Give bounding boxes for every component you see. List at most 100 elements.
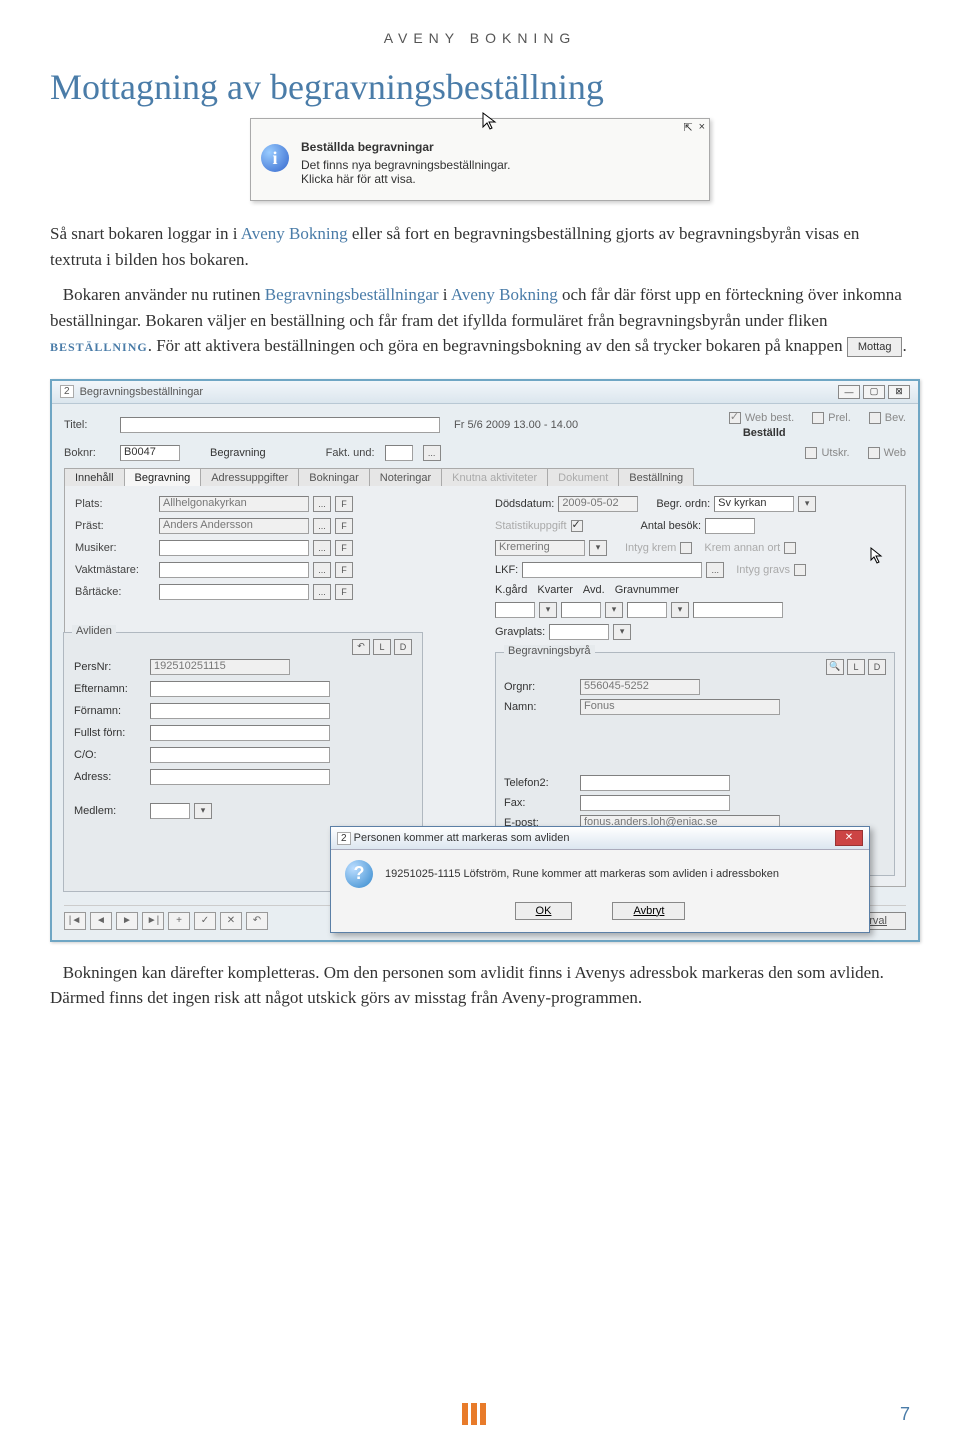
begravning-label: Begravning: [210, 447, 266, 459]
fax-field[interactable]: [580, 795, 730, 811]
faktund-lookup-button[interactable]: ...: [423, 445, 441, 461]
bartacke-f[interactable]: F: [335, 584, 353, 600]
bartacke-lookup[interactable]: ...: [313, 584, 331, 600]
boknr-label: Boknr:: [64, 447, 110, 459]
tab-strip: Innehåll Begravning Adressuppgifter Bokn…: [64, 467, 906, 486]
tab-bestallning[interactable]: Beställning: [618, 468, 694, 486]
gravnr-field[interactable]: [693, 602, 783, 618]
gravplats-dd[interactable]: ▾: [613, 624, 631, 640]
avd-dd[interactable]: ▾: [671, 602, 689, 618]
faktund-field[interactable]: [385, 445, 413, 461]
boknr-field[interactable]: B0047: [120, 445, 180, 461]
notification-popup[interactable]: ⇱ × i Beställda begravningar Det finns n…: [250, 118, 710, 201]
telefon2-label: Telefon2:: [504, 777, 576, 789]
modal-ok-button[interactable]: OK: [515, 902, 573, 920]
begrordn-field[interactable]: Sv kyrkan: [714, 496, 794, 512]
avliden-l-button[interactable]: L: [373, 639, 391, 655]
intygkrem-label: Intyg krem: [625, 542, 676, 554]
bartacke-field[interactable]: [159, 584, 309, 600]
maximize-button[interactable]: ▢: [863, 385, 885, 399]
kvarter-dd[interactable]: ▾: [605, 602, 623, 618]
page-number: 7: [900, 1404, 910, 1425]
byra-l-button[interactable]: L: [847, 659, 865, 675]
avd-field[interactable]: [627, 602, 667, 618]
lkf-field[interactable]: [522, 562, 702, 578]
titel-field[interactable]: [120, 417, 440, 433]
nav-first[interactable]: |◄: [64, 912, 86, 930]
plats-f[interactable]: F: [335, 496, 353, 512]
lkf-label: LKF:: [495, 564, 518, 576]
nav-next[interactable]: ►: [116, 912, 138, 930]
prast-lookup[interactable]: ...: [313, 518, 331, 534]
avliden-d-button[interactable]: D: [394, 639, 412, 655]
kvarter-field[interactable]: [561, 602, 601, 618]
modal-close-button[interactable]: ✕: [835, 830, 863, 846]
byra-zoom-icon[interactable]: 🔍: [826, 659, 844, 675]
begrordn-dd[interactable]: ▾: [798, 496, 816, 512]
nav-add[interactable]: +: [168, 912, 190, 930]
tab-noteringar[interactable]: Noteringar: [369, 468, 442, 486]
dodsdatum-field[interactable]: 2009-05-02: [558, 496, 638, 512]
kremering-field[interactable]: Kremering: [495, 540, 585, 556]
tab-bokningar[interactable]: Bokningar: [298, 468, 370, 486]
modal-badge: 2: [337, 832, 351, 845]
cursor-icon: [481, 111, 499, 136]
kgard-field[interactable]: [495, 602, 535, 618]
minimize-button[interactable]: —: [838, 385, 860, 399]
utskr-check: [805, 447, 817, 459]
vaktm-lookup[interactable]: ...: [313, 562, 331, 578]
tab-knutna[interactable]: Knutna aktiviteter: [441, 468, 548, 486]
antalbesok-field[interactable]: [705, 518, 755, 534]
nav-ok[interactable]: ✓: [194, 912, 216, 930]
tab-dokument[interactable]: Dokument: [547, 468, 619, 486]
persnr-field[interactable]: 192510251115: [150, 659, 290, 675]
plats-lookup[interactable]: ...: [313, 496, 331, 512]
byra-d-button[interactable]: D: [868, 659, 886, 675]
kremannan-label: Krem annan ort: [704, 542, 780, 554]
tab-begravning[interactable]: Begravning: [124, 468, 202, 486]
pin-icon[interactable]: ⇱: [683, 121, 692, 134]
paragraph-1: Så snart bokaren loggar in i Aveny Bokni…: [50, 221, 910, 272]
vaktm-f[interactable]: F: [335, 562, 353, 578]
medlem-field[interactable]: [150, 803, 190, 819]
fax-label: Fax:: [504, 797, 576, 809]
kremering-dd[interactable]: ▾: [589, 540, 607, 556]
medlem-dd[interactable]: ▾: [194, 803, 212, 819]
close-button[interactable]: ⊠: [888, 385, 910, 399]
web-check: [868, 447, 880, 459]
co-field[interactable]: [150, 747, 330, 763]
orgnr-label: Orgnr:: [504, 681, 576, 693]
close-icon[interactable]: ×: [699, 121, 705, 134]
fullst-field[interactable]: [150, 725, 330, 741]
prast-f[interactable]: F: [335, 518, 353, 534]
faktund-label: Fakt. und:: [326, 447, 375, 459]
gravplats-field[interactable]: [549, 624, 609, 640]
prast-field[interactable]: Anders Andersson: [159, 518, 309, 534]
modal-body-text: 19251025-1115 Löfström, Rune kommer att …: [385, 868, 779, 880]
nav-delete[interactable]: ✕: [220, 912, 242, 930]
avliden-back-icon[interactable]: ↶: [352, 639, 370, 655]
modal-cancel-button[interactable]: Avbryt: [612, 902, 685, 920]
telefon2-field[interactable]: [580, 775, 730, 791]
avliden-title: Avliden: [72, 625, 116, 637]
tab-adress[interactable]: Adressuppgifter: [200, 468, 299, 486]
info-icon: i: [261, 144, 289, 172]
nav-last[interactable]: ►|: [142, 912, 164, 930]
namn-field[interactable]: Fonus: [580, 699, 780, 715]
lkf-lookup[interactable]: ...: [706, 562, 724, 578]
efternamn-field[interactable]: [150, 681, 330, 697]
adress-field[interactable]: [150, 769, 330, 785]
orgnr-field[interactable]: 556045-5252: [580, 679, 700, 695]
tab-innehall[interactable]: Innehåll: [64, 468, 125, 486]
plats-field[interactable]: Allhelgonakyrkan: [159, 496, 309, 512]
fornamn-field[interactable]: [150, 703, 330, 719]
kgard-dd[interactable]: ▾: [539, 602, 557, 618]
vaktm-field[interactable]: [159, 562, 309, 578]
musiker-f[interactable]: F: [335, 540, 353, 556]
musiker-lookup[interactable]: ...: [313, 540, 331, 556]
page-title: Mottagning av begravningsbeställning: [50, 66, 910, 108]
nav-undo[interactable]: ↶: [246, 912, 268, 930]
musiker-field[interactable]: [159, 540, 309, 556]
nav-prev[interactable]: ◄: [90, 912, 112, 930]
plats-label: Plats:: [75, 498, 155, 510]
